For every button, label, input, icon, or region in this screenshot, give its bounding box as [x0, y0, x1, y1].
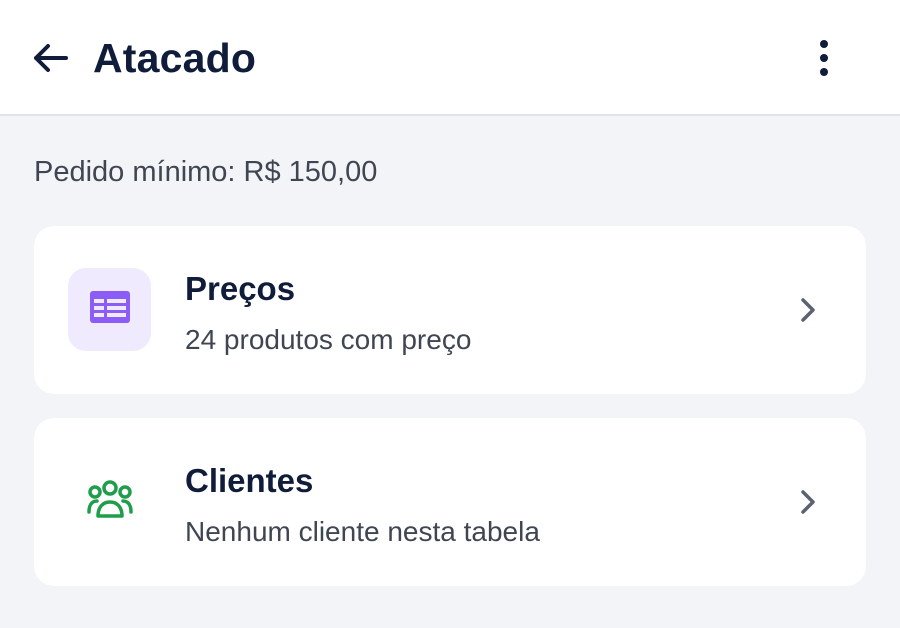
price-table-icon: [89, 290, 131, 329]
clients-card-subtitle: Nenhum cliente nesta tabela: [185, 516, 540, 547]
chevron-right-icon: [794, 488, 822, 516]
group-users-icon: [86, 479, 134, 524]
minimum-order-text: Pedido mínimo: R$ 150,00: [34, 156, 378, 188]
more-vertical-icon: [819, 39, 829, 81]
chevron-right-icon: [794, 296, 822, 324]
prices-card-subtitle: 24 produtos com preço: [185, 324, 472, 355]
arrow-left-icon: [32, 43, 68, 78]
clients-card-title: Clientes: [185, 462, 314, 499]
back-button[interactable]: [26, 36, 74, 84]
prices-card[interactable]: Preços 24 produtos com preço: [34, 226, 866, 394]
clients-card[interactable]: Clientes Nenhum cliente nesta tabela: [34, 418, 866, 586]
app-bar: Atacado: [0, 0, 900, 116]
prices-icon-container: [68, 268, 151, 351]
more-options-button[interactable]: [800, 36, 848, 84]
prices-card-title: Preços: [185, 270, 296, 307]
clients-icon-container: [68, 460, 151, 543]
page-title: Atacado: [93, 35, 257, 81]
